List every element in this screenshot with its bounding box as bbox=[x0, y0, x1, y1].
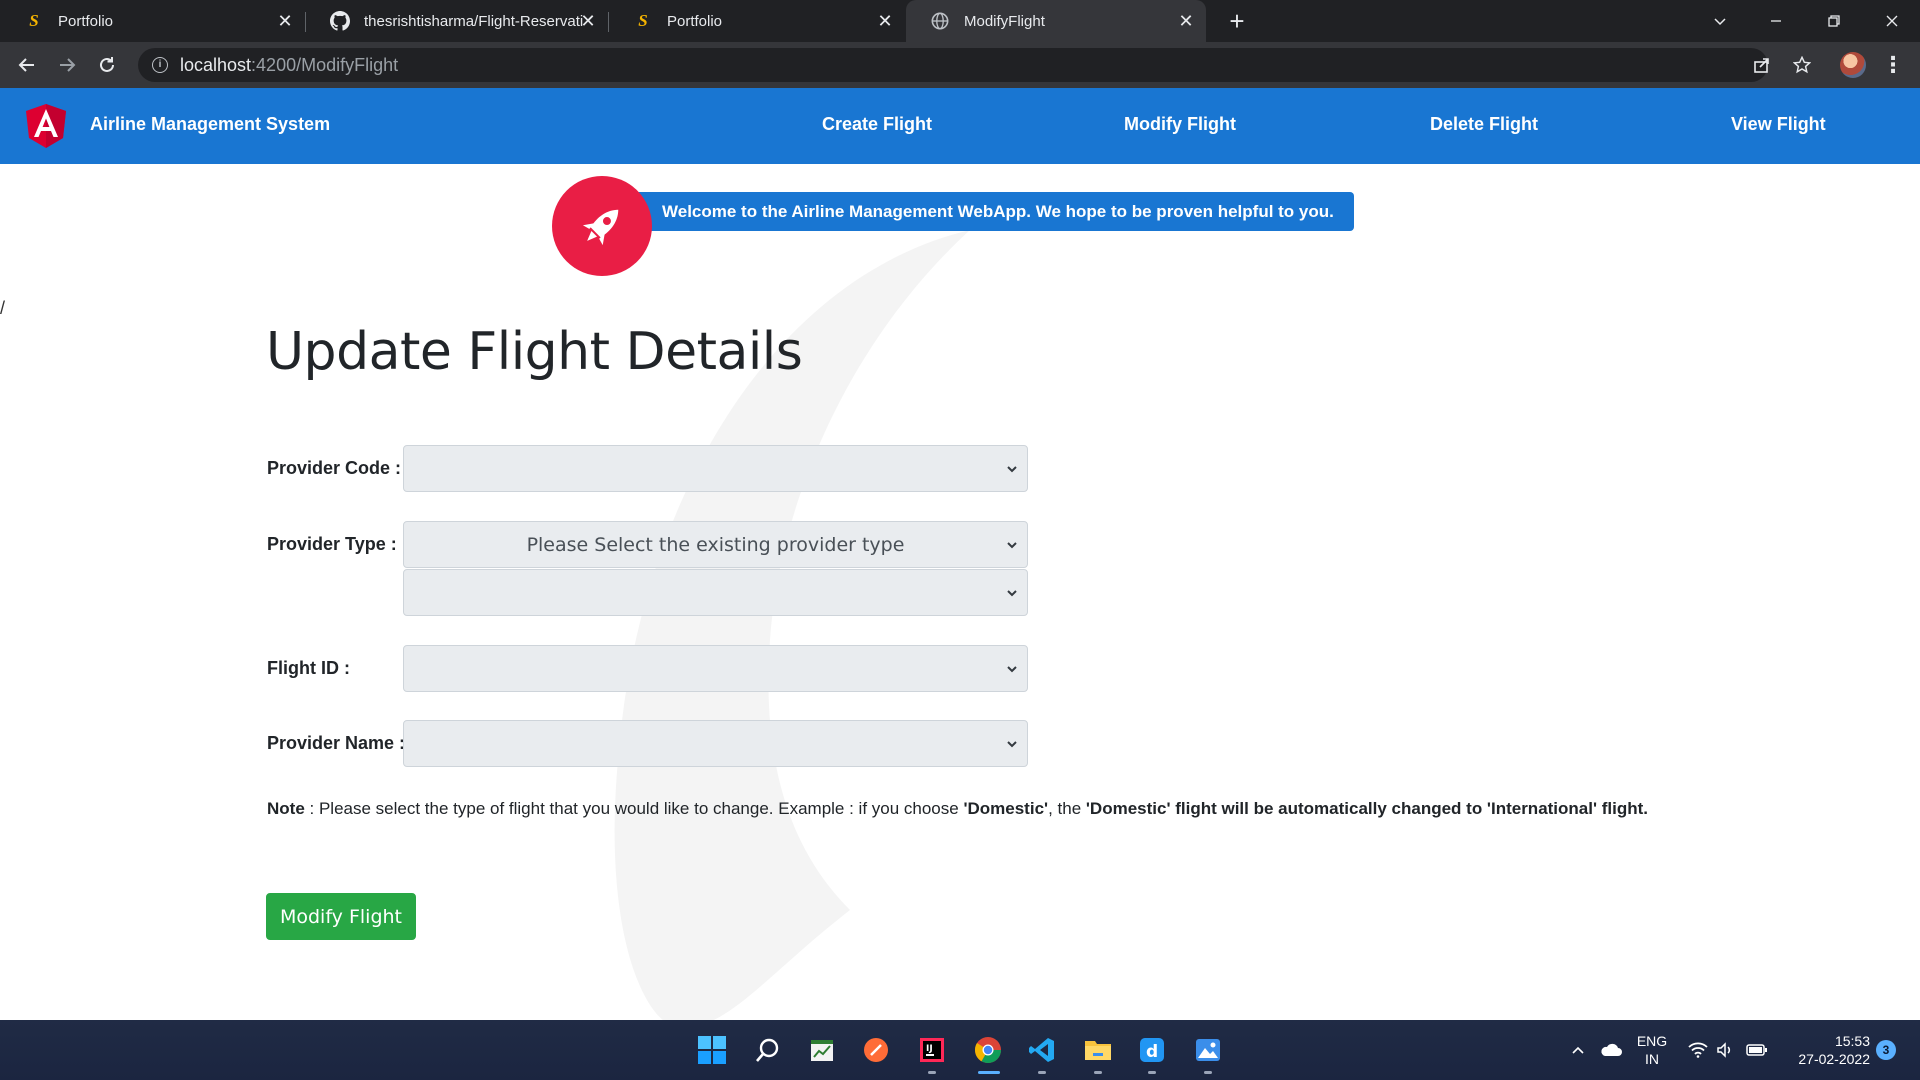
provider-name-label: Provider Name : bbox=[267, 733, 406, 753]
note-bold: 'Domestic' flight will be automatically … bbox=[1085, 799, 1649, 818]
page-title: Update Flight Details bbox=[266, 322, 803, 382]
note-text: , the bbox=[1048, 799, 1086, 818]
provider-type-select[interactable]: Please Select the existing provider type bbox=[403, 521, 1028, 568]
provider-code-label: Provider Code : bbox=[267, 458, 402, 478]
rocket-icon bbox=[552, 176, 652, 276]
provider-code-select[interactable] bbox=[403, 445, 1028, 492]
note-label: Note bbox=[267, 799, 305, 818]
chevron-down-icon bbox=[1007, 590, 1017, 597]
chevron-down-icon bbox=[1007, 542, 1017, 549]
form-note: Note : Please select the type of flight … bbox=[267, 796, 1657, 822]
chevron-down-icon bbox=[1007, 666, 1017, 673]
provider-type-label: Provider Type : bbox=[267, 534, 397, 554]
chevron-down-icon bbox=[1007, 466, 1017, 473]
main-content: Update Flight Details Provider Code : Pr… bbox=[0, 0, 1920, 1080]
provider-name-select[interactable] bbox=[403, 720, 1028, 767]
chevron-down-icon bbox=[1007, 741, 1017, 748]
modify-flight-button[interactable]: Modify Flight bbox=[266, 893, 416, 940]
provider-type-placeholder: Please Select the existing provider type bbox=[526, 533, 905, 556]
note-bold: 'Domestic' bbox=[963, 799, 1049, 818]
flight-id-label: Flight ID : bbox=[267, 658, 350, 678]
provider-type-secondary-select[interactable] bbox=[403, 569, 1028, 616]
flight-id-select[interactable] bbox=[403, 645, 1028, 692]
note-text: : Please select the type of flight that … bbox=[304, 799, 964, 818]
